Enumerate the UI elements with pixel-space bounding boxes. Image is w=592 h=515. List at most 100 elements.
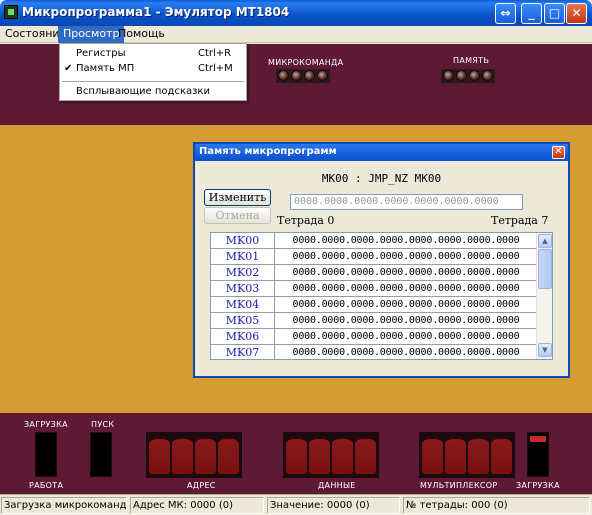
cancel-button[interactable]: Отмена xyxy=(204,207,271,224)
memory-label: ПАМЯТЬ xyxy=(453,56,490,65)
microcommand-label: МИКРОКОМАНДА xyxy=(268,58,344,67)
segment-digit xyxy=(309,436,330,474)
row-value: 0000.0000.0000.0000.0000.0000.0000.0000 xyxy=(292,299,520,310)
row-address: MK06 xyxy=(211,329,275,344)
led-indicator xyxy=(456,70,467,81)
led-indicator xyxy=(291,70,302,81)
table-row[interactable]: MK01 0000.0000.0000.0000.0000.0000.0000.… xyxy=(211,249,536,265)
segment-digit xyxy=(149,436,170,474)
table-row[interactable]: MK00 0000.0000.0000.0000.0000.0000.0000.… xyxy=(211,233,536,249)
menu-item-shortcut: Ctrl+R xyxy=(198,48,232,59)
table-row[interactable]: MK05 0000.0000.0000.0000.0000.0000.0000.… xyxy=(211,313,536,329)
microcommand-leds xyxy=(276,69,330,83)
row-value: 0000.0000.0000.0000.0000.0000.0000.0000 xyxy=(292,251,520,262)
menu-item-label: Всплывающие подсказки xyxy=(76,86,210,97)
segment-digit xyxy=(422,436,443,474)
row-address: MK07 xyxy=(211,345,275,359)
segment-digit xyxy=(172,436,193,474)
change-button[interactable]: Изменить xyxy=(204,189,271,206)
segment-digit xyxy=(195,436,216,474)
microprogram-memory-window[interactable]: Память микропрограмм ✕ MK00 : JMP_NZ MK0… xyxy=(193,142,570,378)
status-tetrad: № тетрады: 000 (0) xyxy=(403,497,590,514)
row-value: 0000.0000.0000.0000.0000.0000.0000.0000 xyxy=(292,331,520,342)
scroll-up-icon[interactable]: ▲ xyxy=(538,234,552,248)
led-indicator xyxy=(304,70,315,81)
menu-item-shortcut: Ctrl+M xyxy=(198,63,233,74)
menu-item-registers[interactable]: Регистры Ctrl+R xyxy=(60,46,246,61)
work-label: РАБОТА xyxy=(29,481,64,490)
menu-separator xyxy=(62,81,244,82)
load-label: ЗАГРУЗКА xyxy=(24,420,68,429)
row-address: MK00 xyxy=(211,233,275,248)
table-row[interactable]: MK06 0000.0000.0000.0000.0000.0000.0000.… xyxy=(211,329,536,345)
address-display xyxy=(146,432,242,478)
scroll-down-icon[interactable]: ▼ xyxy=(538,343,552,357)
row-value: 0000.0000.0000.0000.0000.0000.0000.0000 xyxy=(292,267,520,278)
row-address: MK01 xyxy=(211,249,275,264)
maximize-button[interactable]: □ xyxy=(544,3,565,24)
status-text: Загрузка микрокоманд xyxy=(1,497,127,514)
tetrad-right-label: Тетрада 7 xyxy=(491,214,549,227)
status-address: Адрес МК: 0000 (0) xyxy=(130,497,264,514)
mp-window-title[interactable]: Память микропрограмм ✕ xyxy=(195,144,568,161)
mp-close-button[interactable]: ✕ xyxy=(552,146,565,159)
menu-item-label: Память МП xyxy=(76,63,135,74)
status-value: Значение: 0000 (0) xyxy=(267,497,400,514)
status-bar: Загрузка микрокоманд Адрес МК: 0000 (0) … xyxy=(0,494,592,515)
table-row[interactable]: MK02 0000.0000.0000.0000.0000.0000.0000.… xyxy=(211,265,536,281)
segment-digit xyxy=(445,436,466,474)
restore-icon[interactable]: ⇔ xyxy=(495,3,516,24)
led-indicator xyxy=(278,70,289,81)
tetrad-left-label: Тетрада 0 xyxy=(277,214,335,227)
menu-help[interactable]: Помощь xyxy=(113,26,170,43)
segment-digit xyxy=(491,436,512,474)
work-switch[interactable] xyxy=(35,432,57,477)
current-command: MK00 : JMP_NZ MK00 xyxy=(321,172,442,185)
check-icon: ✔ xyxy=(64,63,73,74)
close-button[interactable]: ✕ xyxy=(566,3,587,24)
load2-label: ЗАГРУЗКА xyxy=(516,481,560,490)
row-value: 0000.0000.0000.0000.0000.0000.0000.0000 xyxy=(292,283,520,294)
led-indicator xyxy=(443,70,454,81)
vertical-scrollbar[interactable]: ▲ ▼ xyxy=(536,233,552,359)
row-value: 0000.0000.0000.0000.0000.0000.0000.0000 xyxy=(292,315,520,326)
menu-item-memory-mp[interactable]: ✔ Память МП Ctrl+M xyxy=(60,61,246,76)
row-value: 0000.0000.0000.0000.0000.0000.0000.0000 xyxy=(292,235,520,246)
view-dropdown-menu: Регистры Ctrl+R ✔ Память МП Ctrl+M Всплы… xyxy=(59,43,247,101)
table-row[interactable]: MK04 0000.0000.0000.0000.0000.0000.0000.… xyxy=(211,297,536,313)
value-edit-field[interactable]: 0000.0000.0000.0000.0000.0000.0000 xyxy=(290,194,523,210)
led-indicator xyxy=(482,70,493,81)
menu-bar: Состояние Просмотр Помощь xyxy=(0,26,592,43)
row-address: MK04 xyxy=(211,297,275,312)
minimize-button[interactable]: _ xyxy=(521,3,542,24)
start-label: ПУСК xyxy=(91,420,115,429)
memory-table: MK00 0000.0000.0000.0000.0000.0000.0000.… xyxy=(210,232,553,360)
start-switch[interactable] xyxy=(90,432,112,477)
title-bar[interactable]: Микропрограмма1 - Эмулятор МТ1804 ⇔ _ □ … xyxy=(0,0,592,26)
segment-digit xyxy=(286,436,307,474)
address-label: АДРЕС xyxy=(187,481,216,490)
data-label: ДАННЫЕ xyxy=(318,481,356,490)
scroll-thumb[interactable] xyxy=(538,249,552,289)
segment-digit xyxy=(468,436,489,474)
segment-digit xyxy=(332,436,353,474)
row-address: MK02 xyxy=(211,265,275,280)
table-row[interactable]: MK07 0000.0000.0000.0000.0000.0000.0000.… xyxy=(211,345,536,359)
segment-digit xyxy=(355,436,376,474)
load-switch[interactable] xyxy=(527,432,549,477)
led-indicator xyxy=(469,70,480,81)
data-display xyxy=(283,432,379,478)
mux-label: МУЛЬТИПЛЕКСОР xyxy=(420,481,498,490)
row-address: MK03 xyxy=(211,281,275,296)
app-icon[interactable] xyxy=(4,5,18,19)
window-title: Микропрограмма1 - Эмулятор МТ1804 xyxy=(22,5,290,19)
led-indicator xyxy=(317,70,328,81)
menu-item-tooltips[interactable]: Всплывающие подсказки xyxy=(60,84,246,99)
mp-window-title-text: Память микропрограмм xyxy=(199,146,337,157)
switch-indicator xyxy=(530,436,546,442)
memory-leds xyxy=(441,69,495,83)
row-address: MK05 xyxy=(211,313,275,328)
table-row[interactable]: MK03 0000.0000.0000.0000.0000.0000.0000.… xyxy=(211,281,536,297)
mux-display xyxy=(419,432,515,478)
row-value: 0000.0000.0000.0000.0000.0000.0000.0000 xyxy=(292,347,520,358)
